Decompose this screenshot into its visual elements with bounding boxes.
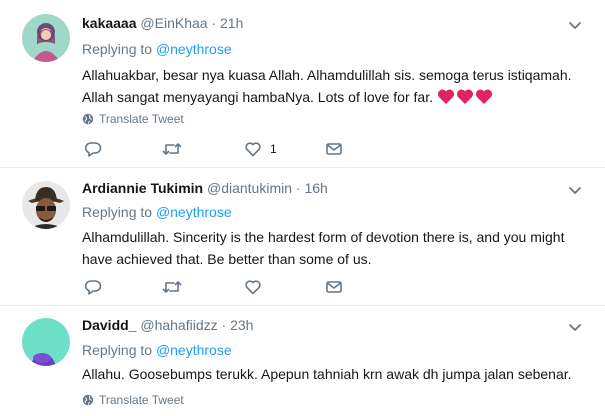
dm-button[interactable] [325,140,343,158]
translate-label[interactable]: Translate Tweet [99,111,184,127]
tweet-header: kakaaaa @EinKhaa · 21h [82,14,243,32]
like-icon [245,280,261,295]
replying-prefix: Replying to [82,342,153,358]
separator: · [211,15,217,31]
translate-tweet[interactable]: Translate Tweet [82,111,184,127]
display-name[interactable]: Davidd_ [82,317,136,333]
replying-to: Replying to @neythrose [82,341,232,359]
tweet-text: Alhamdulillah. Sincerity is the hardest … [82,229,565,267]
tweet[interactable]: Ardiannie Tukimin @diantukimin · 16h Rep… [0,168,605,306]
translate-label[interactable]: Translate Tweet [99,392,184,408]
tweet-actions [82,278,402,298]
separator: · [295,180,301,196]
display-name[interactable]: Ardiannie Tukimin [82,180,203,196]
tweet-header: Davidd_ @hahafiidzz · 23h [82,316,253,334]
globe-icon [82,394,94,406]
display-name[interactable]: kakaaaa [82,15,137,31]
retweet-icon [162,143,182,155]
heart-emojis [437,88,493,105]
timestamp[interactable]: 23h [230,317,253,333]
like-icon [245,142,261,157]
chevron-down-icon[interactable] [567,17,583,33]
user-handle[interactable]: @diantukimin [207,180,292,196]
red-heart-icon [456,89,474,104]
tweet-text: Allahuakbar, besar nya kuasa Allah. Alha… [82,64,582,108]
retweet-icon [162,281,182,293]
like-count: 1 [270,142,277,156]
user-handle[interactable]: @EinKhaa [140,15,207,31]
red-heart-icon [475,89,493,104]
globe-icon [82,113,94,125]
mention-link[interactable]: @neythrose [156,41,232,57]
avatar[interactable] [22,318,70,366]
separator: · [221,317,227,333]
reply-icon [84,280,102,295]
reply-icon [84,142,102,157]
dm-icon [326,281,342,293]
replying-prefix: Replying to [82,204,153,220]
chevron-down-icon[interactable] [567,319,583,335]
dm-button[interactable] [325,278,343,296]
like-button[interactable]: 1 [244,140,277,158]
retweet-button[interactable] [162,278,182,296]
translate-tweet[interactable]: Translate Tweet [82,392,184,408]
tweet-text: Allahu. Goosebumps terukk. Apepun tahnia… [82,366,572,382]
retweet-button[interactable] [162,140,182,158]
mention-link[interactable]: @neythrose [156,204,232,220]
red-heart-icon [437,89,455,104]
avatar[interactable] [22,181,70,229]
tweet-actions: 1 [82,140,402,160]
tweet-text-body: Allahuakbar, besar nya kuasa Allah. Alha… [82,67,572,105]
avatar[interactable] [22,14,70,62]
replying-prefix: Replying to [82,41,153,57]
mention-link[interactable]: @neythrose [156,342,232,358]
tweet-header: Ardiannie Tukimin @diantukimin · 16h [82,179,328,197]
replying-to: Replying to @neythrose [82,40,232,58]
user-handle[interactable]: @hahafiidzz [140,317,217,333]
timestamp[interactable]: 16h [304,180,327,196]
chevron-down-icon[interactable] [567,182,583,198]
tweet[interactable]: kakaaaa @EinKhaa · 21h Replying to @neyt… [0,0,605,168]
reply-button[interactable] [84,140,102,158]
tweet[interactable]: Davidd_ @hahafiidzz · 23h Replying to @n… [0,306,605,416]
replying-to: Replying to @neythrose [82,203,232,221]
timestamp[interactable]: 21h [220,15,243,31]
reply-button[interactable] [84,278,102,296]
dm-icon [326,143,342,155]
like-button[interactable] [244,278,262,296]
